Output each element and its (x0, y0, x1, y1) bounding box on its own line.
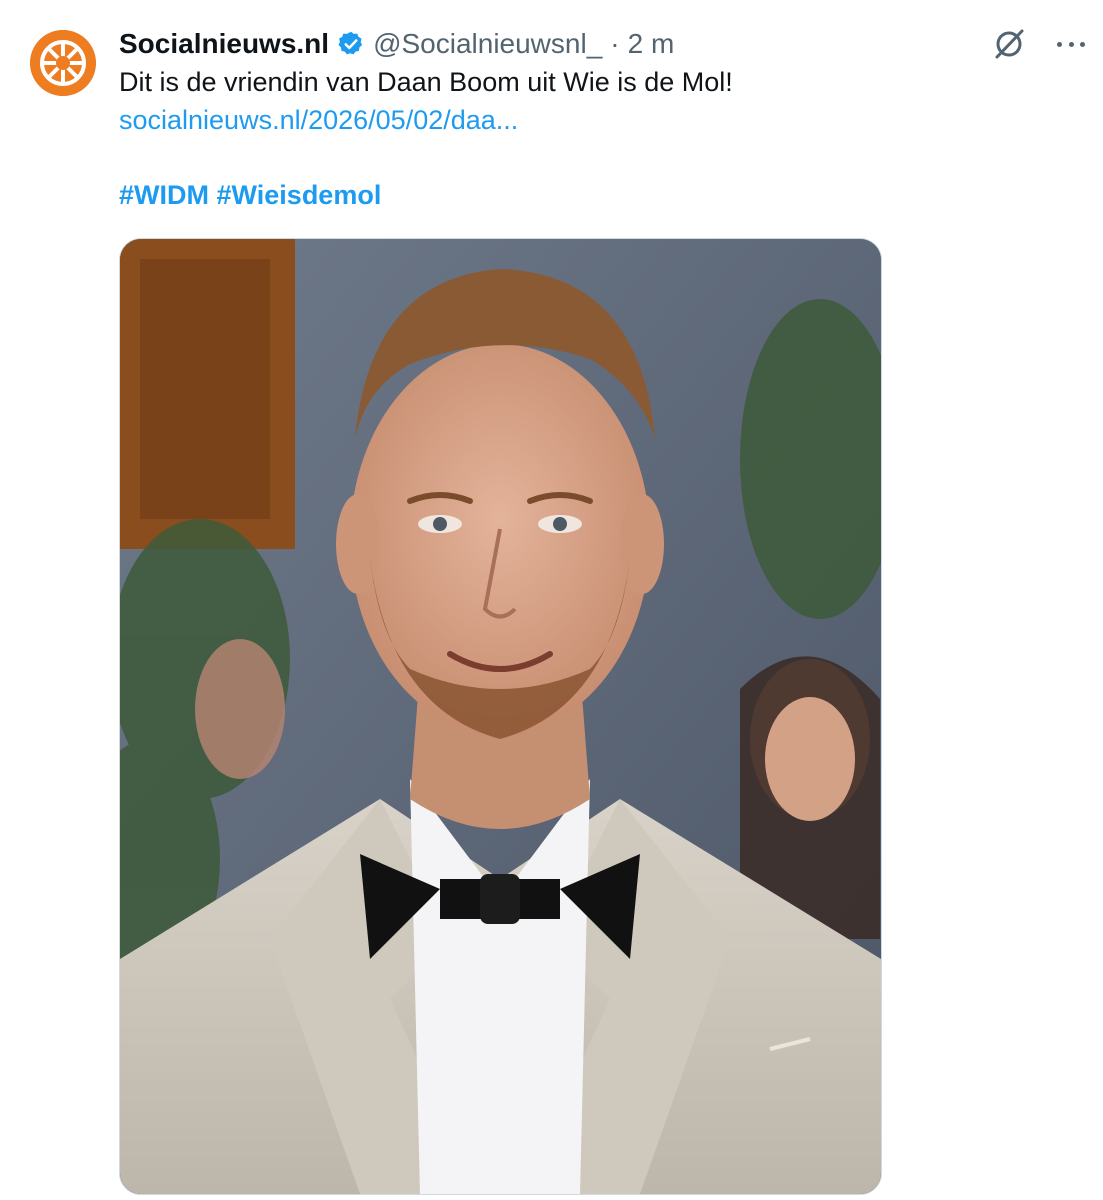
photo-illustration (120, 239, 881, 1194)
hashtag-wieisdemol[interactable]: #Wieisdemol (217, 180, 382, 210)
verified-badge-icon (338, 31, 363, 55)
separator-dot: · (610, 28, 620, 59)
tweet-photo[interactable] (119, 238, 882, 1195)
tweet-actions-top (991, 26, 1085, 62)
avatar[interactable] (30, 30, 96, 96)
tweet-text: Dit is de vriendin van Daan Boom uit Wie… (119, 67, 733, 97)
tweet-header: Socialnieuws.nl @Socialnieuwsnl_ · 2 m (119, 24, 674, 64)
tweet-link[interactable]: socialnieuws.nl/2026/05/02/daa... (119, 102, 518, 138)
tweet: Socialnieuws.nl @Socialnieuwsnl_ · 2 m D… (0, 0, 1103, 1200)
grok-icon[interactable] (991, 26, 1027, 62)
socialnieuws-logo-icon (30, 30, 96, 96)
display-name[interactable]: Socialnieuws.nl (119, 28, 329, 60)
timestamp[interactable]: 2 m (628, 28, 675, 60)
hashtags: #WIDM #Wieisdemol (119, 177, 381, 213)
hashtag-widm[interactable]: #WIDM (119, 180, 209, 210)
more-options-icon[interactable] (1057, 26, 1085, 62)
handle[interactable]: @Socialnieuwsnl_ (373, 28, 602, 60)
